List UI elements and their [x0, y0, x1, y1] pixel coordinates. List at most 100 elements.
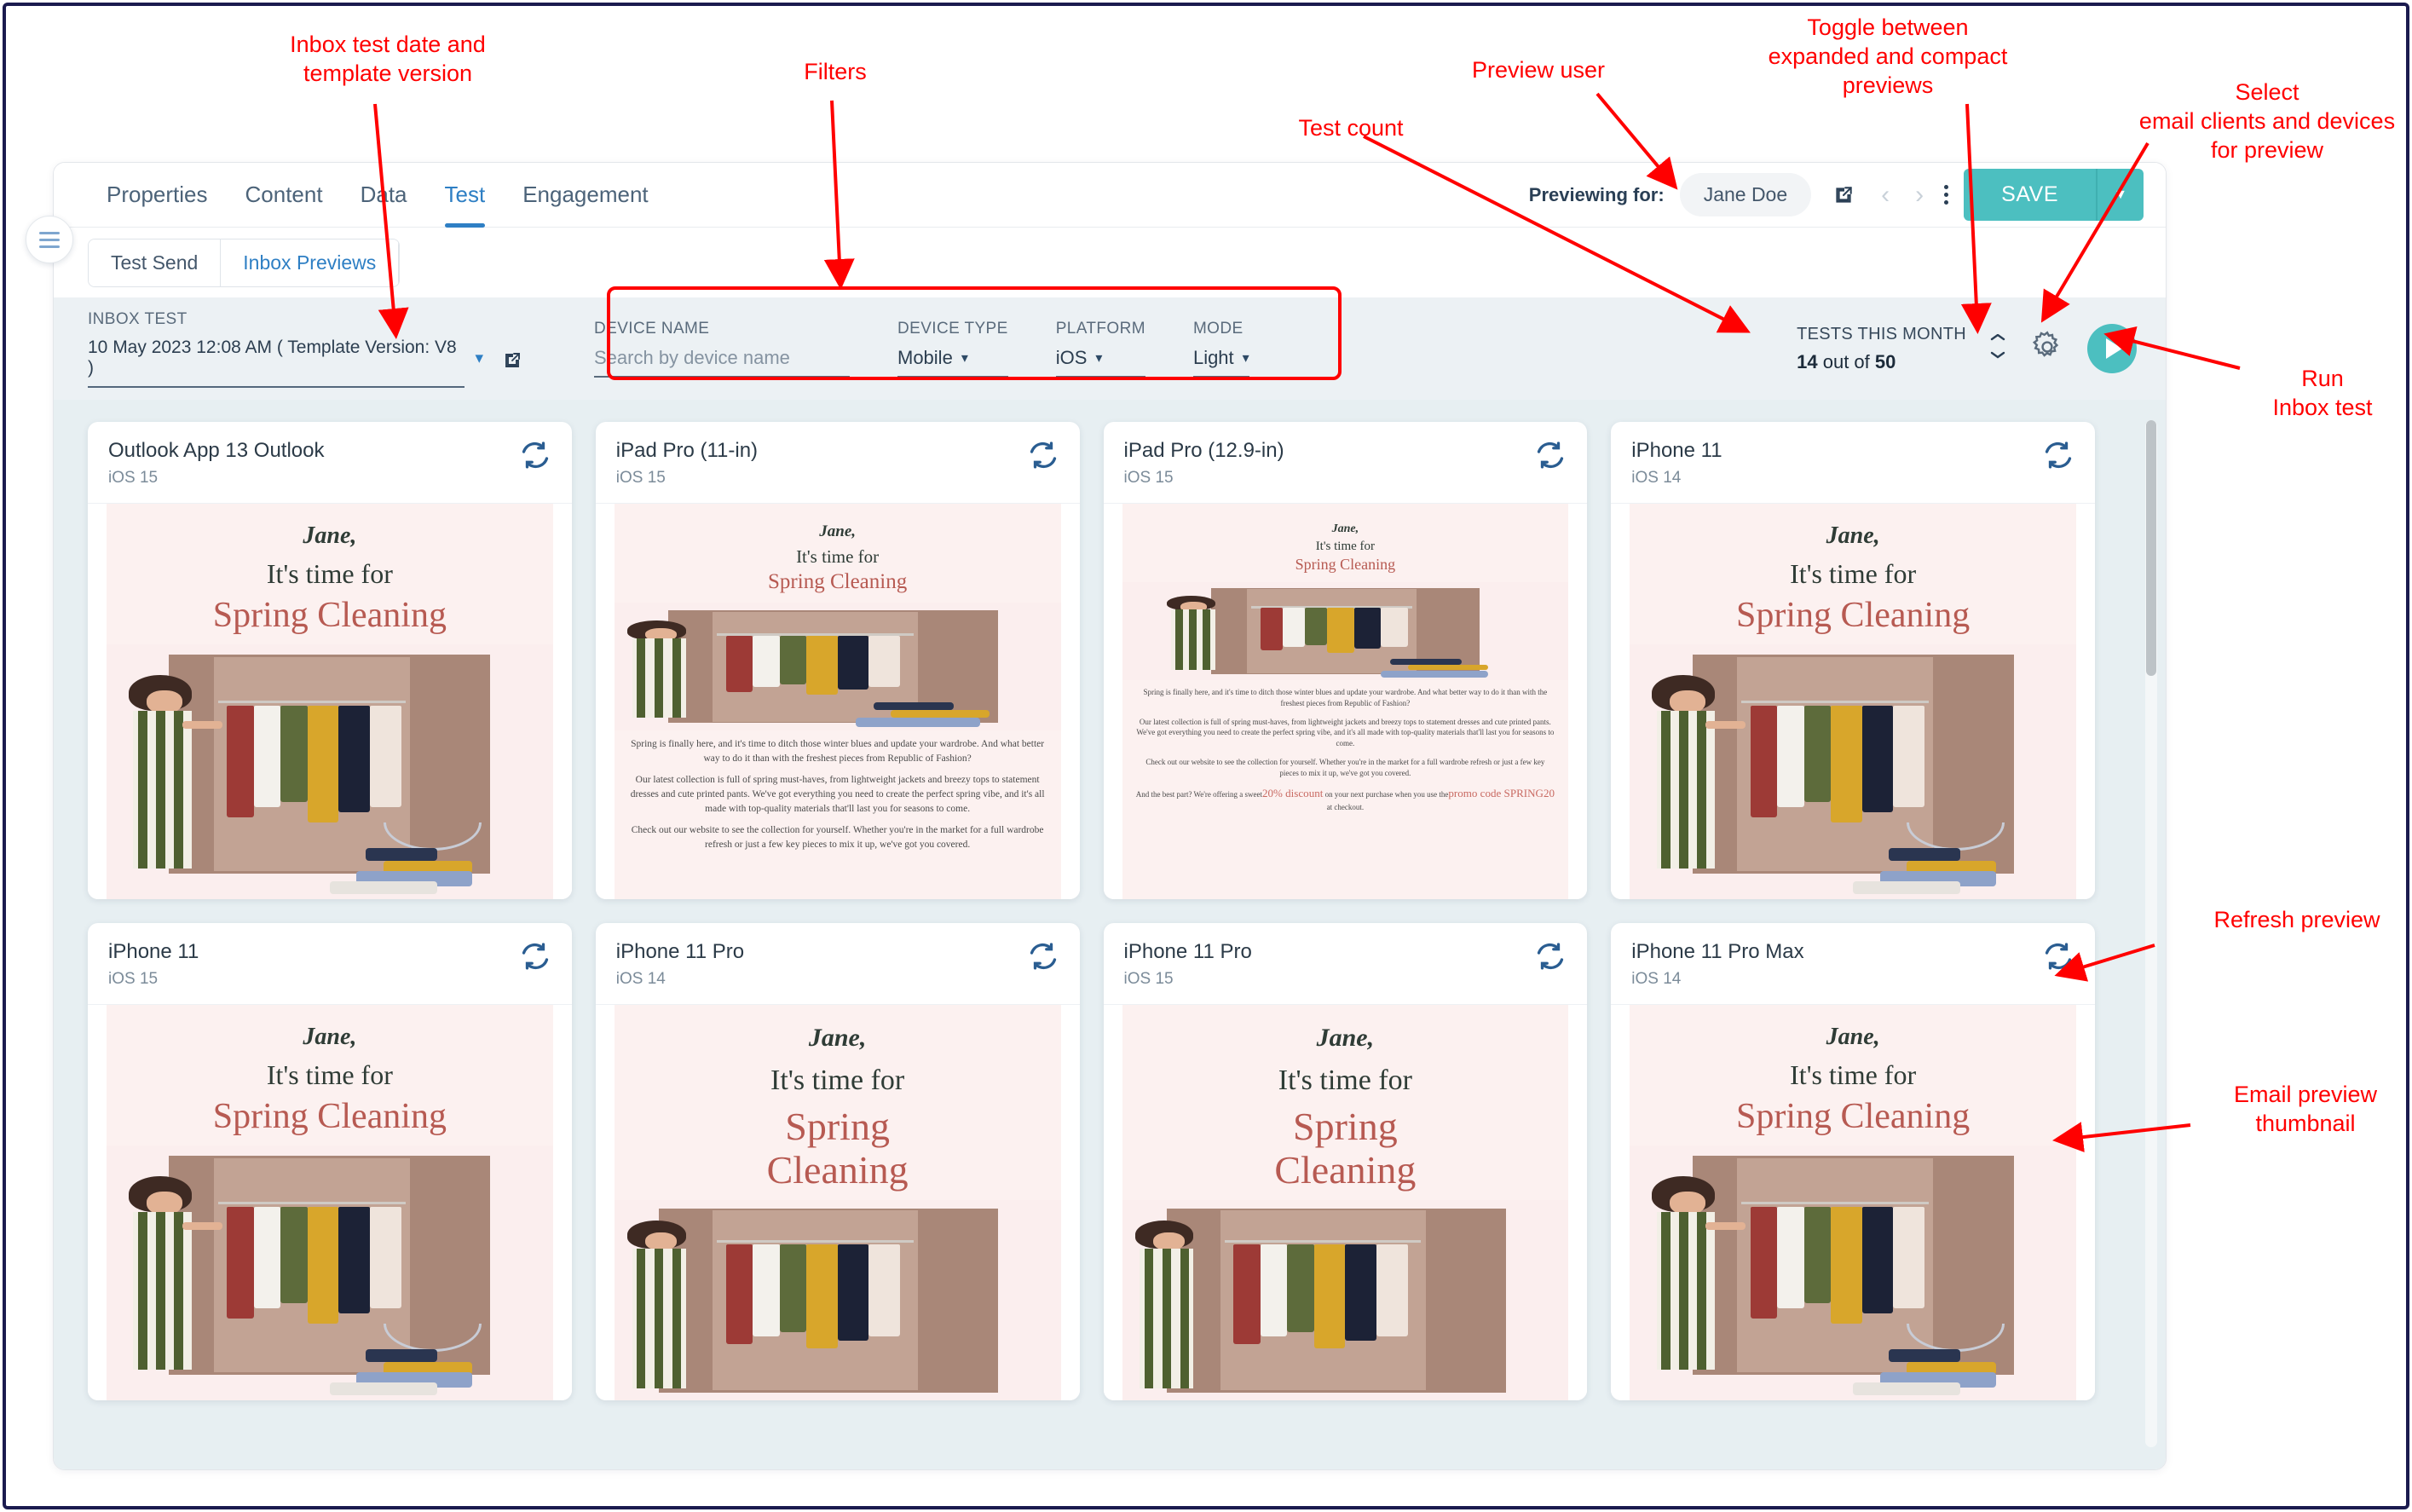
- next-arrow-icon[interactable]: ›: [1910, 181, 1929, 210]
- mode-chevron-down-icon: ▾: [1242, 351, 1249, 366]
- preview-card[interactable]: Outlook App 13 Outlook iOS 15 Jane, It's…: [88, 422, 572, 899]
- platform-chevron-down-icon: ▾: [1095, 351, 1103, 366]
- email-greeting: Jane,: [819, 522, 856, 540]
- device-type-select[interactable]: Mobile ▾: [897, 347, 1008, 378]
- preview-card-body: Jane, It's time for Spring Cleaning: [88, 1005, 572, 1400]
- prev-arrow-icon[interactable]: ‹: [1876, 181, 1895, 210]
- email-line3: Spring Cleaning: [212, 596, 447, 635]
- email-greeting: Jane,: [1331, 522, 1359, 535]
- email-preview-thumbnail[interactable]: Jane, It's time for Spring Cleaning: [1122, 504, 1569, 899]
- email-preview-thumbnail[interactable]: Jane, It's time for Spring Cleaning: [1630, 1005, 2076, 1400]
- platform-select[interactable]: iOS ▾: [1055, 347, 1145, 378]
- email-line3: Spring Cleaning: [1736, 596, 1971, 635]
- refresh-icon[interactable]: [1027, 940, 1059, 977]
- device-os: iOS 15: [108, 969, 159, 988]
- email-preview-thumbnail[interactable]: Jane, It's time for Spring Cleaning: [1630, 504, 2076, 899]
- device-name-label: DEVICE NAME: [594, 320, 710, 338]
- email-preview-thumbnail[interactable]: Jane, It's time for Spring Cleaning: [1122, 1005, 1569, 1400]
- refresh-icon[interactable]: [2042, 439, 2074, 476]
- device-type-filter: DEVICE TYPE Mobile ▾: [897, 320, 1008, 378]
- annotation-preview-user: Preview user: [1471, 57, 1606, 83]
- search-input[interactable]: Search by device name: [594, 347, 790, 368]
- email-heading-block: Jane, It's time for Spring Cleaning: [615, 1005, 1061, 1200]
- email-para-4-mid: on your next purchase when you use the: [1323, 790, 1449, 799]
- email-line2: It's time for: [1278, 1065, 1412, 1096]
- preview-card-header: iPhone 11 iOS 14: [1611, 422, 2095, 504]
- tab-test[interactable]: Test: [426, 163, 505, 228]
- preview-card[interactable]: iPad Pro (11-in) iOS 15 Jane, It's time …: [595, 422, 1080, 899]
- email-line2: It's time for: [266, 1059, 393, 1090]
- inbox-test-value[interactable]: 10 May 2023 12:08 AM ( Template Version:…: [88, 338, 465, 388]
- preview-card-header: iPad Pro (11-in) iOS 15: [595, 422, 1080, 504]
- email-body-copy: Spring is finally here, and it's time to…: [615, 730, 1061, 860]
- email-line2: It's time for: [266, 558, 393, 589]
- email-heading-block: Jane, It's time for Spring Cleaning: [1122, 1005, 1569, 1200]
- preview-card[interactable]: iPhone 11 Pro iOS 15 Jane, It's time for…: [1103, 923, 1588, 1400]
- tests-count: 14 out of 50: [1797, 351, 1966, 373]
- tab-content[interactable]: Content: [227, 163, 342, 228]
- preview-card-body: Jane, It's time for Spring Cleaning: [1611, 504, 2095, 899]
- email-preview-thumbnail[interactable]: Jane, It's time for Spring Cleaning: [107, 1005, 553, 1400]
- device-name: iPhone 11 Pro Max: [1631, 940, 1804, 963]
- email-greeting: Jane,: [1826, 522, 1880, 549]
- inbox-test-open-external-icon[interactable]: [502, 350, 522, 375]
- subtab-inbox-previews[interactable]: Inbox Previews: [220, 239, 400, 286]
- platform-value: iOS: [1055, 347, 1088, 368]
- refresh-icon[interactable]: [2042, 940, 2074, 977]
- preview-card-header: iPhone 11 Pro iOS 14: [595, 923, 1080, 1005]
- preview-card[interactable]: iPhone 11 Pro Max iOS 14 Jane, It's time…: [1611, 923, 2095, 1400]
- preview-card-body: Jane, It's time for Spring Cleaning: [88, 504, 572, 899]
- annotation-inbox-test-date: Inbox test date and template version: [290, 32, 486, 86]
- mode-select[interactable]: Light ▾: [1192, 347, 1249, 378]
- annotation-test-count: Test count: [1298, 115, 1404, 141]
- preview-card-body: Jane, It's time for Spring Cleaning: [595, 504, 1080, 899]
- device-os: iOS 14: [615, 969, 666, 988]
- inbox-test-chevron-down-icon[interactable]: ▾: [465, 349, 493, 377]
- more-options-icon[interactable]: [1944, 185, 1949, 205]
- preview-card[interactable]: iPhone 11 Pro iOS 14 Jane, It's time for…: [595, 923, 1080, 1400]
- preview-card[interactable]: iPad Pro (12.9-in) iOS 15 Jane, It's tim…: [1103, 422, 1588, 899]
- email-discount-highlight: 20% discount: [1261, 787, 1324, 800]
- preview-card[interactable]: iPhone 11 iOS 14 Jane, It's time for Spr…: [1611, 422, 2095, 899]
- refresh-icon[interactable]: [1534, 940, 1567, 977]
- vertical-scrollbar[interactable]: [2145, 420, 2157, 1447]
- email-line3a: Spring: [785, 1105, 890, 1148]
- email-illustration: [107, 1146, 553, 1400]
- email-preview-thumbnail[interactable]: Jane, It's time for Spring Cleaning: [614, 1005, 1061, 1400]
- expand-compact-toggle[interactable]: [1988, 334, 2007, 363]
- email-preview-thumbnail[interactable]: Jane, It's time for Spring Cleaning: [614, 504, 1061, 899]
- subtab-test-send[interactable]: Test Send: [89, 239, 221, 286]
- run-inbox-test-button[interactable]: [2087, 324, 2137, 373]
- device-type-label: DEVICE TYPE: [897, 320, 1008, 338]
- save-button-group: SAVE ▼: [1964, 169, 2144, 221]
- refresh-icon[interactable]: [519, 439, 551, 476]
- top-tab-bar: Properties Content Data Test Engagement …: [54, 163, 2166, 228]
- email-preview-thumbnail[interactable]: Jane, It's time for Spring Cleaning: [107, 504, 553, 899]
- tab-engagement[interactable]: Engagement: [504, 163, 666, 228]
- mode-label: MODE: [1192, 320, 1244, 338]
- inbox-test-label: INBOX TEST: [88, 309, 188, 328]
- mode-value: Light: [1192, 347, 1234, 368]
- menu-toggle-hamburger-icon[interactable]: [26, 216, 73, 263]
- refresh-icon[interactable]: [1534, 439, 1567, 476]
- email-para-2: Our latest collection is full of spring …: [630, 775, 1045, 814]
- save-dropdown-caret-icon[interactable]: ▼: [2096, 169, 2144, 221]
- tab-data[interactable]: Data: [342, 163, 426, 228]
- open-external-icon[interactable]: [1826, 178, 1861, 212]
- save-button[interactable]: SAVE: [1964, 169, 2096, 221]
- mode-filter: MODE Light ▾: [1192, 320, 1249, 378]
- refresh-icon[interactable]: [1027, 439, 1059, 476]
- gear-icon[interactable]: [2029, 329, 2065, 369]
- email-para-3: Check out our website to see the collect…: [631, 825, 1044, 851]
- preview-card-header: iPad Pro (12.9-in) iOS 15: [1103, 422, 1588, 504]
- preview-user-chip[interactable]: Jane Doe: [1679, 173, 1812, 216]
- refresh-icon[interactable]: [519, 940, 551, 977]
- tab-properties[interactable]: Properties: [88, 163, 227, 228]
- email-para-4: And the best part? We're offering a swee…: [1136, 786, 1555, 812]
- device-name: iPhone 11 Pro: [615, 940, 745, 963]
- scrollbar-thumb[interactable]: [2146, 420, 2156, 676]
- preview-card-body: Jane, It's time for Spring Cleaning: [1611, 1005, 2095, 1400]
- device-type-chevron-down-icon: ▾: [961, 351, 968, 366]
- preview-card[interactable]: iPhone 11 iOS 15 Jane, It's time for Spr…: [88, 923, 572, 1400]
- sub-tab-row: Test Send Inbox Previews: [54, 228, 2166, 297]
